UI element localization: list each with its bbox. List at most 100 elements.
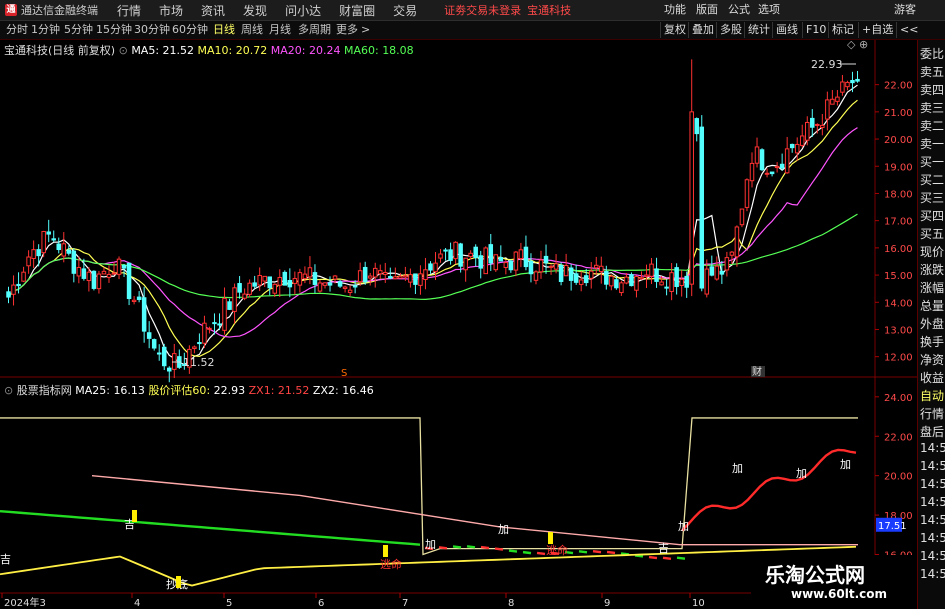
candle-body (689, 111, 694, 285)
watermark: 乐淘公式网 www.60lt.com (751, 555, 917, 609)
period-15min[interactable]: 15分钟 (96, 21, 132, 39)
price-tick-label: 20.00 (884, 135, 913, 146)
candle-body (297, 272, 303, 286)
finance-marker[interactable]: 财 (752, 365, 762, 378)
candle-body (257, 275, 262, 286)
menu-market[interactable]: 市场 (159, 2, 183, 19)
candle-body (317, 282, 323, 292)
signal-bar (548, 532, 553, 544)
side-label-buy2: 买二 (920, 173, 945, 187)
candle-body (242, 293, 247, 299)
candle-body (272, 283, 278, 294)
side-label-change-pct: 涨幅 (920, 281, 945, 295)
chevron-right-icon[interactable]: > (361, 21, 370, 39)
candle-body (599, 265, 604, 273)
period-30min[interactable]: 30分钟 (134, 21, 170, 39)
period-1min[interactable]: 1分钟 (31, 21, 60, 39)
side-quotes[interactable]: 行情 (920, 405, 944, 422)
period-intraday[interactable]: 分时 (6, 21, 28, 39)
trend-segment (606, 550, 616, 555)
side-label-net-assets: 净资 (920, 353, 945, 367)
menu-ask[interactable]: 问小达 (285, 2, 321, 19)
side-after-hours[interactable]: 盘后 (920, 423, 944, 440)
candle-body (302, 273, 308, 280)
side-time-7: 14:5 (920, 567, 945, 581)
signal-add: 加 (796, 467, 807, 480)
login-notice[interactable]: 证劵交易未登录 (444, 2, 521, 18)
menu-layout[interactable]: 版面 (696, 0, 718, 20)
candle-body (352, 285, 358, 288)
candle-body (840, 81, 845, 93)
event-marker-s[interactable]: S (341, 368, 347, 379)
draw-line-button[interactable]: 画线 (772, 22, 801, 38)
adjust-button[interactable]: 复权 (660, 22, 689, 38)
candle-body (729, 251, 735, 256)
side-time-1: 14:5 (920, 459, 945, 473)
candle-body (197, 342, 202, 345)
stats-button[interactable]: 统计 (744, 22, 773, 38)
candle-body (714, 265, 720, 280)
f10-button[interactable]: F10 (802, 22, 829, 38)
candle-body (619, 282, 624, 294)
trend-segment (662, 556, 672, 560)
menu-options[interactable]: 选项 (758, 0, 780, 20)
candle-body (563, 264, 569, 277)
candle-body (850, 80, 855, 84)
trend-segment (536, 551, 546, 556)
multi-stock-button[interactable]: 多股 (716, 22, 745, 38)
candle-body (684, 275, 689, 288)
menu-wealth[interactable]: 财富圈 (339, 2, 375, 19)
side-label-sell4: 卖四 (920, 83, 945, 97)
menu-discover[interactable]: 发现 (243, 2, 267, 19)
side-auto[interactable]: 自动 (920, 387, 944, 404)
ind-tick-label: 22.00 (884, 432, 913, 443)
candle-body (679, 278, 684, 286)
period-60min[interactable]: 60分钟 (172, 21, 208, 39)
candle-body (774, 165, 780, 169)
candle-body (835, 96, 840, 102)
candle-body (377, 270, 383, 275)
candle-body (754, 146, 760, 164)
candle-body (583, 275, 589, 284)
menu-quotes[interactable]: 行情 (117, 2, 141, 19)
period-more[interactable]: 更多 (336, 21, 358, 39)
menu-function[interactable]: 功能 (664, 0, 686, 20)
candle-body (448, 249, 453, 261)
candle-body (594, 264, 599, 269)
menu-news[interactable]: 资讯 (201, 2, 225, 19)
chart-settings-icon[interactable]: ◇ ⊕ (847, 40, 868, 51)
candle-body (548, 265, 554, 268)
menu-formula[interactable]: 公式 (728, 0, 750, 20)
candle-body (91, 270, 97, 289)
candle-body (483, 247, 489, 275)
signal-add: 加 (425, 538, 436, 551)
candle-body (508, 260, 514, 271)
kline-chart[interactable]: 12.00 13.00 14.00 15.00 16.00 17.00 18.00 19.00… (0, 40, 917, 609)
trend-segment (578, 550, 588, 554)
add-watchlist-button[interactable]: +自选 (858, 22, 896, 38)
candle-body (413, 273, 418, 285)
candle-body (367, 275, 373, 279)
price-tick-label: 16.00 (884, 244, 913, 255)
overlay-button[interactable]: 叠加 (688, 22, 717, 38)
candle-body (277, 276, 283, 286)
signal-exit: 逃命 (380, 557, 402, 571)
guest-button[interactable]: 游客 (894, 0, 916, 20)
candle-body (739, 208, 745, 226)
candle-body (558, 264, 564, 282)
candle-body (111, 272, 117, 275)
period-weekly[interactable]: 周线 (241, 21, 263, 39)
period-multi[interactable]: 多周期 (298, 21, 331, 39)
candle-body (362, 266, 368, 283)
candle-body (543, 255, 549, 264)
candle-body (167, 367, 172, 372)
candle-body (443, 249, 448, 252)
period-monthly[interactable]: 月线 (269, 21, 291, 39)
period-daily[interactable]: 日线 (213, 21, 235, 39)
menu-trade[interactable]: 交易 (393, 2, 417, 19)
mark-button[interactable]: 标记 (828, 22, 857, 38)
period-5min[interactable]: 5分钟 (64, 21, 93, 39)
collapse-button[interactable]: << (896, 22, 921, 38)
ma-line-ma10 (8, 99, 858, 358)
candle-body (744, 179, 750, 208)
